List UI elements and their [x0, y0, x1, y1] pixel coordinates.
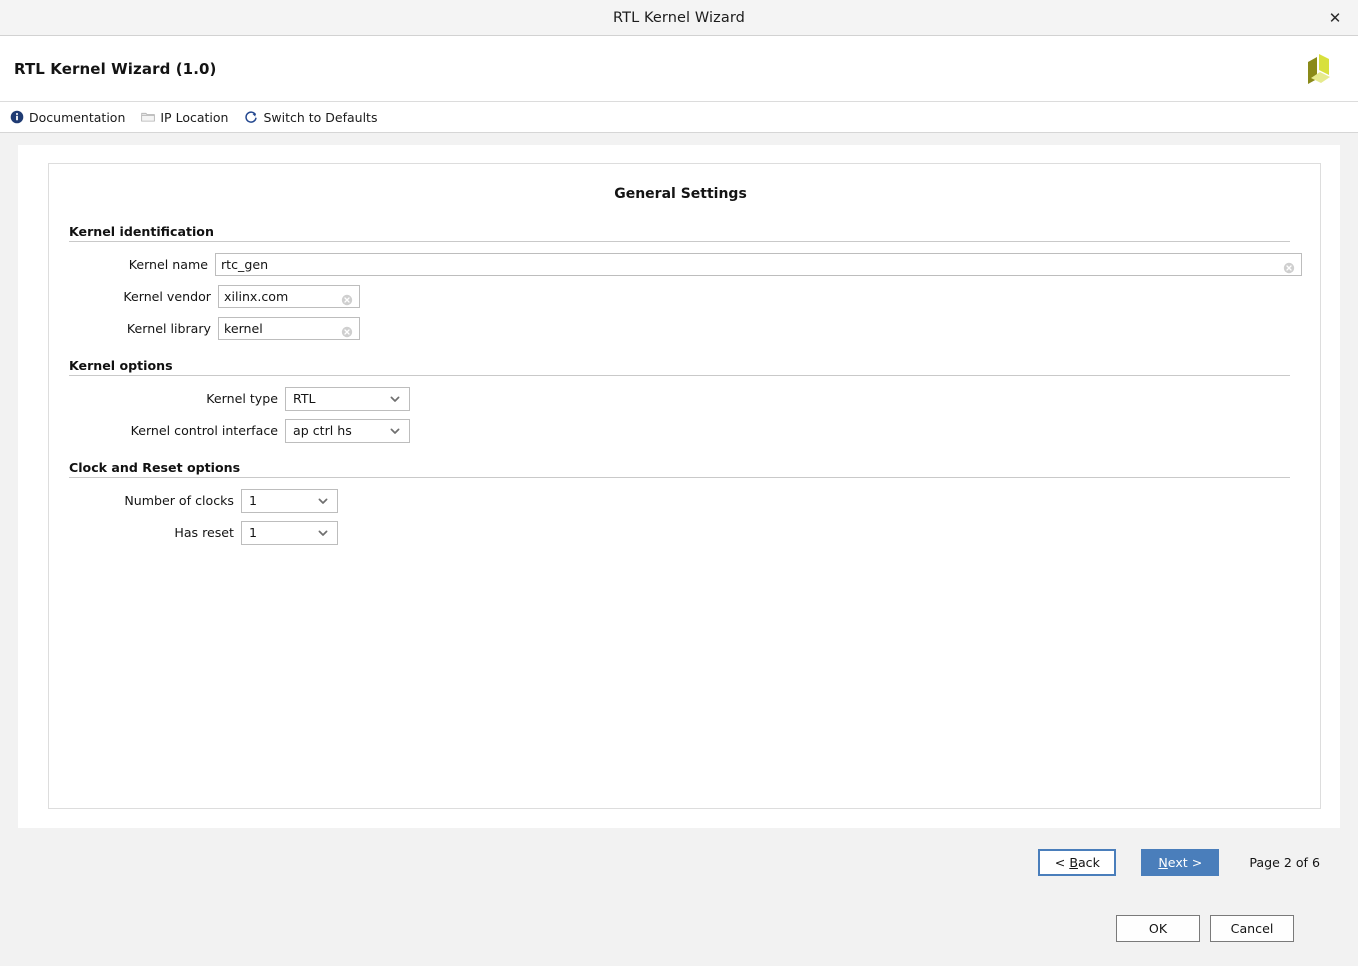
window-title-bar: RTL Kernel Wizard ✕	[0, 0, 1358, 36]
clear-circle-icon[interactable]	[341, 291, 353, 303]
toolbar-item-label: IP Location	[160, 110, 228, 125]
kernel-type-label: Kernel type	[59, 391, 285, 406]
kernel-control-interface-value: ap ctrl hs	[286, 423, 387, 438]
body-area: General Settings Kernel identification K…	[0, 133, 1358, 830]
kernel-library-input[interactable]	[219, 318, 359, 339]
section-clock-and-reset-options: Clock and Reset options Number of clocks…	[59, 460, 1302, 546]
chevron-down-icon	[315, 525, 331, 541]
chevron-down-icon	[387, 423, 403, 439]
section-divider	[69, 241, 1290, 242]
clear-circle-icon[interactable]	[341, 323, 353, 335]
kernel-library-label: Kernel library	[59, 321, 218, 336]
toolbar-item-documentation[interactable]: Documentation	[10, 110, 125, 125]
next-button[interactable]: Next >	[1141, 849, 1219, 876]
has-reset-select[interactable]: 1	[241, 521, 338, 545]
field-row-kernel-type: Kernel type RTL	[59, 385, 1302, 412]
ok-button[interactable]: OK	[1116, 915, 1200, 942]
kernel-name-label: Kernel name	[59, 257, 215, 272]
number-of-clocks-value: 1	[242, 493, 315, 508]
section-heading: Clock and Reset options	[59, 460, 1302, 475]
kernel-control-interface-label: Kernel control interface	[59, 423, 285, 438]
cancel-button[interactable]: Cancel	[1210, 915, 1294, 942]
toolbar-item-label: Documentation	[29, 110, 125, 125]
toolbar: Documentation IP Location Switch to Defa…	[0, 102, 1358, 133]
page-title: RTL Kernel Wizard (1.0)	[14, 60, 217, 78]
dialog-button-row: OK Cancel	[0, 894, 1358, 962]
page-status: Page 2 of 6	[1249, 855, 1320, 870]
kernel-type-value: RTL	[286, 391, 387, 406]
section-kernel-identification: Kernel identification Kernel name	[59, 224, 1302, 342]
refresh-icon	[244, 110, 258, 124]
field-row-number-of-clocks: Number of clocks 1	[59, 487, 1302, 514]
settings-panel: General Settings Kernel identification K…	[18, 145, 1340, 828]
section-divider	[69, 375, 1290, 376]
section-divider	[69, 477, 1290, 478]
wizard-nav-row: < Back Next > Page 2 of 6	[0, 830, 1358, 894]
settings-inner-panel: General Settings Kernel identification K…	[48, 163, 1321, 809]
window-title: RTL Kernel Wizard	[613, 10, 745, 26]
has-reset-value: 1	[242, 525, 315, 540]
xilinx-logo-icon	[1298, 48, 1342, 92]
number-of-clocks-select[interactable]: 1	[241, 489, 338, 513]
field-row-kernel-vendor: Kernel vendor	[59, 283, 1302, 310]
field-row-kernel-control-interface: Kernel control interface ap ctrl hs	[59, 417, 1302, 444]
info-icon	[10, 110, 24, 124]
kernel-library-field[interactable]	[218, 317, 360, 340]
section-heading: Kernel identification	[59, 224, 1302, 239]
toolbar-item-switch-to-defaults[interactable]: Switch to Defaults	[244, 110, 377, 125]
field-row-kernel-library: Kernel library	[59, 315, 1302, 342]
kernel-vendor-field[interactable]	[218, 285, 360, 308]
kernel-type-select[interactable]: RTL	[285, 387, 410, 411]
chevron-down-icon	[387, 391, 403, 407]
clear-circle-icon[interactable]	[1283, 259, 1295, 271]
kernel-name-field[interactable]	[215, 253, 1302, 276]
kernel-vendor-label: Kernel vendor	[59, 289, 218, 304]
back-button-label: < Back	[1055, 855, 1100, 870]
close-icon[interactable]: ✕	[1312, 0, 1358, 35]
field-row-has-reset: Has reset 1	[59, 519, 1302, 546]
section-kernel-options: Kernel options Kernel type RTL Kern	[59, 358, 1302, 444]
section-heading: Kernel options	[59, 358, 1302, 373]
next-button-label: Next >	[1158, 855, 1202, 870]
number-of-clocks-label: Number of clocks	[59, 493, 241, 508]
field-row-kernel-name: Kernel name	[59, 251, 1302, 278]
kernel-control-interface-select[interactable]: ap ctrl hs	[285, 419, 410, 443]
folder-icon	[141, 110, 155, 124]
toolbar-item-label: Switch to Defaults	[263, 110, 377, 125]
chevron-down-icon	[315, 493, 331, 509]
kernel-vendor-input[interactable]	[219, 286, 359, 307]
app-header: RTL Kernel Wizard (1.0)	[0, 36, 1358, 102]
kernel-name-input[interactable]	[216, 254, 1301, 275]
back-button[interactable]: < Back	[1038, 849, 1116, 876]
settings-panel-title: General Settings	[59, 186, 1302, 202]
toolbar-item-ip-location[interactable]: IP Location	[141, 110, 228, 125]
has-reset-label: Has reset	[59, 525, 241, 540]
